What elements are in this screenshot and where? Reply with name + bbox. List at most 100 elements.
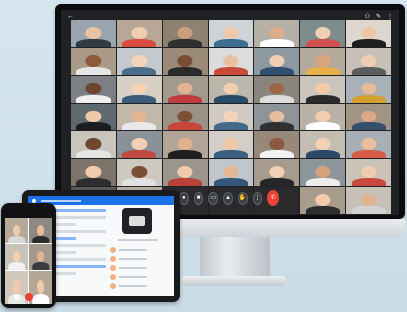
- participant-body: [213, 178, 249, 187]
- participant-face: [315, 138, 331, 151]
- participant-body: [305, 38, 340, 47]
- app-bar-title: [41, 199, 81, 202]
- participant-tile[interactable]: [254, 159, 300, 187]
- participant-tile[interactable]: [346, 47, 391, 75]
- participant-tile[interactable]: [300, 187, 346, 214]
- participant-body: [305, 178, 340, 187]
- participant-body: [122, 38, 157, 47]
- participant-tile[interactable]: [116, 20, 162, 47]
- participant-tile[interactable]: [162, 131, 208, 159]
- more-icon[interactable]: ⋮: [387, 13, 393, 20]
- chat-icon[interactable]: ✎: [376, 13, 381, 20]
- participant-tile[interactable]: [162, 47, 208, 75]
- participant-face: [360, 138, 377, 151]
- end-call-button[interactable]: ✆: [267, 190, 280, 206]
- participant-tile[interactable]: [208, 75, 254, 103]
- participant-tile[interactable]: [346, 103, 391, 131]
- participant-tile[interactable]: [300, 159, 346, 187]
- captions-button[interactable]: ▭: [208, 191, 219, 205]
- participant-face: [85, 82, 102, 95]
- participant-tile[interactable]: [71, 103, 116, 131]
- participant-tile[interactable]: [254, 47, 300, 75]
- phone-mic-button[interactable]: [13, 294, 20, 300]
- list-item-text: [119, 276, 147, 278]
- phone-participant-tile[interactable]: [5, 244, 28, 270]
- phone-end-call-button[interactable]: [24, 293, 33, 301]
- participant-body: [122, 66, 157, 75]
- list-item-text: [119, 258, 147, 260]
- participant-tile[interactable]: [346, 131, 391, 159]
- participant-tile[interactable]: [116, 131, 162, 159]
- participant-tile[interactable]: [71, 47, 116, 75]
- participant-tile[interactable]: [300, 75, 346, 103]
- participant-body: [305, 94, 340, 103]
- participant-tile[interactable]: [71, 20, 116, 47]
- list-item: [110, 274, 170, 280]
- participant-tile[interactable]: [346, 20, 391, 47]
- participant-tile[interactable]: [208, 103, 254, 131]
- mic-button[interactable]: ●: [179, 191, 189, 205]
- participant-tile[interactable]: [254, 75, 300, 103]
- participant-tile[interactable]: [300, 20, 346, 47]
- participant-body: [213, 66, 249, 75]
- participant-body: [259, 150, 294, 159]
- participant-body: [351, 38, 386, 47]
- participant-tile[interactable]: [71, 159, 116, 187]
- captions-icon: ▭: [210, 194, 217, 201]
- participant-tile[interactable]: [300, 131, 346, 159]
- participant-face: [223, 54, 239, 67]
- participant-tile[interactable]: [116, 75, 162, 103]
- phone-participant-tile[interactable]: [5, 218, 28, 244]
- participant-face: [223, 138, 239, 151]
- people-icon[interactable]: ⚇: [365, 13, 370, 20]
- participant-tile[interactable]: [162, 20, 208, 47]
- participant-tile[interactable]: [208, 20, 254, 47]
- participant-tile[interactable]: [208, 159, 254, 187]
- participant-face: [360, 82, 377, 95]
- participant-tile[interactable]: [254, 20, 300, 47]
- participant-tile[interactable]: [71, 131, 116, 159]
- participant-tile[interactable]: [71, 75, 116, 103]
- participant-tile[interactable]: [346, 159, 391, 187]
- participant-body: [351, 66, 386, 75]
- participant-face: [131, 110, 147, 123]
- list-item-text: [119, 285, 147, 287]
- participant-tile[interactable]: [254, 131, 300, 159]
- phone-participant-tile[interactable]: [29, 244, 52, 270]
- participant-body: [122, 122, 157, 131]
- participant-face: [177, 166, 193, 179]
- participant-body: [76, 122, 111, 131]
- back-arrow-icon[interactable]: ←: [67, 13, 74, 20]
- phone-camera-button[interactable]: [37, 294, 44, 300]
- list-item: [110, 265, 170, 271]
- participant-tile[interactable]: [162, 159, 208, 187]
- participant-grid: [71, 20, 391, 214]
- participant-tile[interactable]: [346, 187, 391, 214]
- meeting-screen: ← ⚇ ✎ ⋮ ● ■ ▭ ▲ ✋ ⋮ ✆: [61, 10, 399, 215]
- participant-tile[interactable]: [116, 103, 162, 131]
- participant-tile[interactable]: [300, 103, 346, 131]
- participant-body: [76, 94, 111, 103]
- participant-tile[interactable]: [208, 131, 254, 159]
- participant-tile[interactable]: [116, 47, 162, 75]
- present-button[interactable]: ▲: [223, 191, 233, 205]
- participant-tile[interactable]: [300, 47, 346, 75]
- participant-face: [315, 82, 331, 95]
- participant-face: [177, 138, 193, 151]
- participant-tile[interactable]: [162, 103, 208, 131]
- participant-face: [360, 26, 377, 39]
- list-item-text: [119, 267, 147, 269]
- phone-participant-tile[interactable]: [29, 218, 52, 244]
- avatar: [110, 274, 116, 280]
- participant-tile[interactable]: [346, 75, 391, 103]
- participant-tile[interactable]: [162, 75, 208, 103]
- participant-body: [351, 150, 386, 159]
- more-options-button[interactable]: ⋮: [252, 191, 263, 205]
- join-video-button[interactable]: [122, 208, 152, 234]
- participant-tile[interactable]: [254, 103, 300, 131]
- participant-tile[interactable]: [116, 159, 162, 187]
- phone-call-controls: [5, 292, 52, 302]
- participant-tile[interactable]: [208, 47, 254, 75]
- camera-button[interactable]: ■: [193, 191, 204, 205]
- raise-hand-button[interactable]: ✋: [237, 191, 248, 205]
